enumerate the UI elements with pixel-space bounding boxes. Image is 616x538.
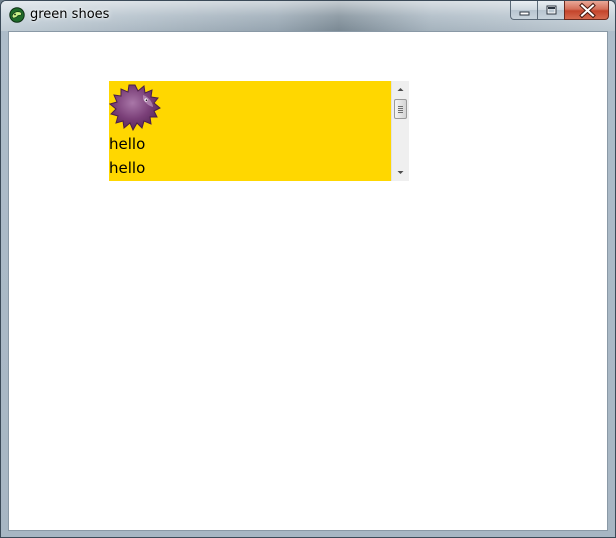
maximize-button[interactable] — [537, 1, 564, 20]
scroll-up-arrow-icon[interactable] — [392, 81, 409, 98]
green-shoes-icon[interactable] — [9, 7, 25, 23]
close-icon — [579, 2, 596, 19]
scroll-down-arrow-icon[interactable] — [392, 164, 409, 181]
minimize-button[interactable] — [510, 1, 537, 20]
maximize-icon — [546, 5, 557, 15]
vertical-scrollbar[interactable] — [391, 81, 409, 181]
title-bar[interactable]: green shoes — [1, 1, 615, 31]
window-title: green shoes — [30, 7, 110, 22]
app-window: green shoes hello hello — [0, 0, 616, 538]
window-client-area: hello hello — [8, 31, 608, 531]
slot-content: hello hello — [109, 81, 391, 181]
caption-buttons — [510, 1, 609, 21]
minimize-icon — [519, 11, 530, 16]
close-button[interactable] — [564, 1, 609, 20]
hello-text-2: hello — [109, 159, 146, 177]
scrollbar-thumb[interactable] — [394, 99, 407, 119]
hello-text-1: hello — [109, 135, 146, 153]
shoes-mascot-image — [109, 81, 161, 133]
scrollable-slot: hello hello — [109, 81, 409, 181]
